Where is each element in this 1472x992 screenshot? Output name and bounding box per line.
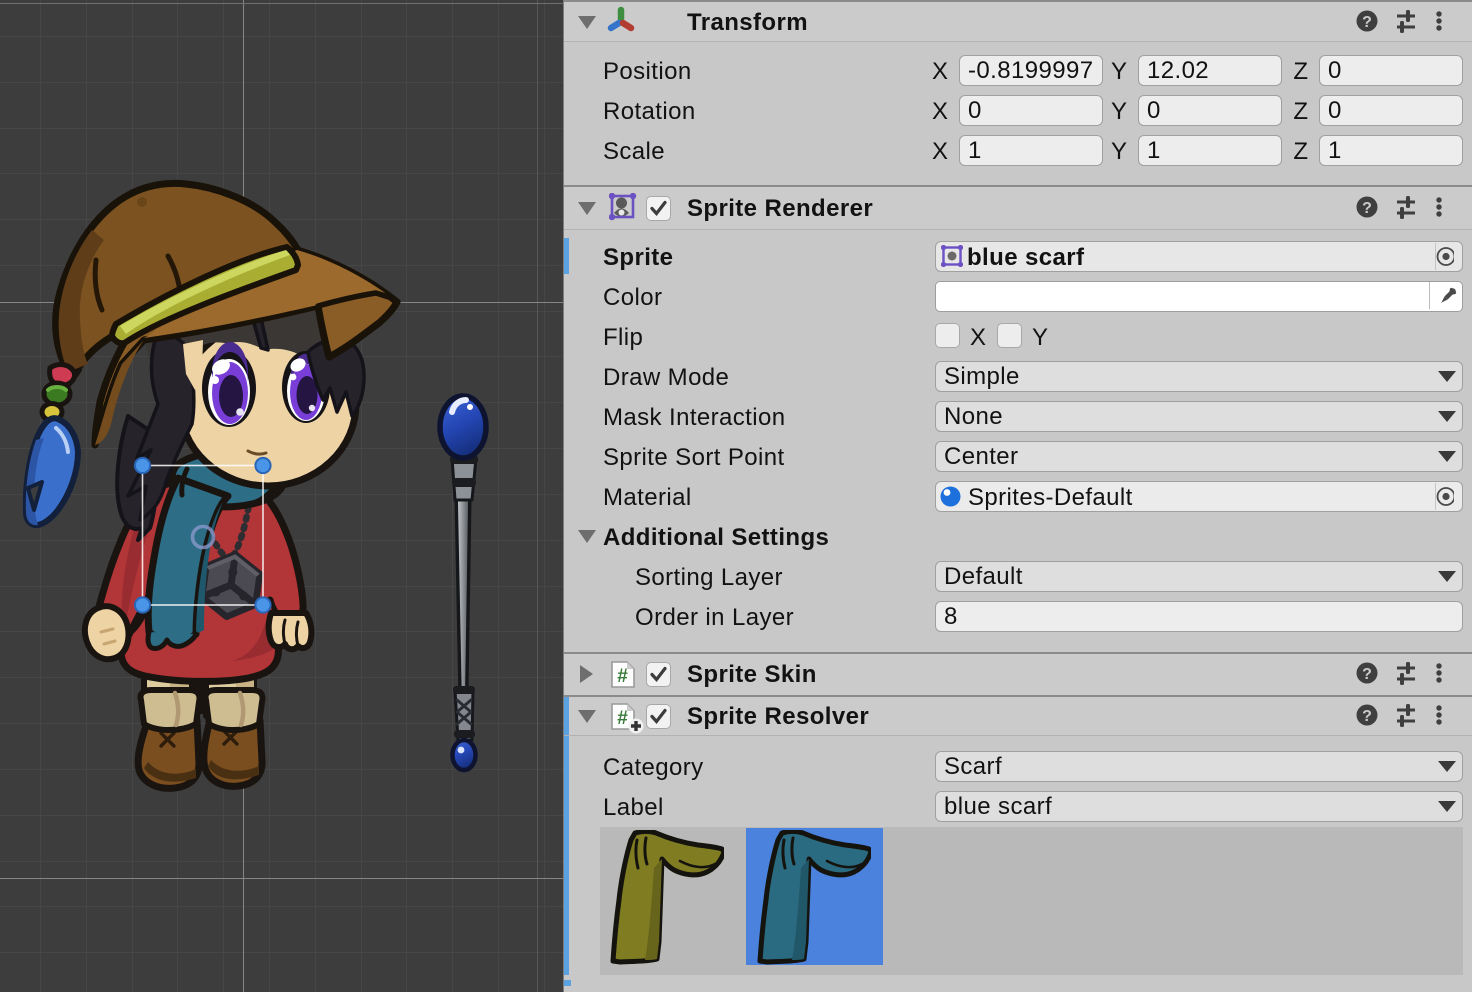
svg-text:#: # [617, 666, 628, 687]
svg-text:?: ? [1362, 666, 1372, 683]
svg-text:?: ? [1362, 200, 1372, 217]
svg-text:?: ? [1362, 708, 1372, 725]
svg-text:#: # [617, 708, 628, 729]
svg-text:?: ? [1362, 14, 1372, 31]
